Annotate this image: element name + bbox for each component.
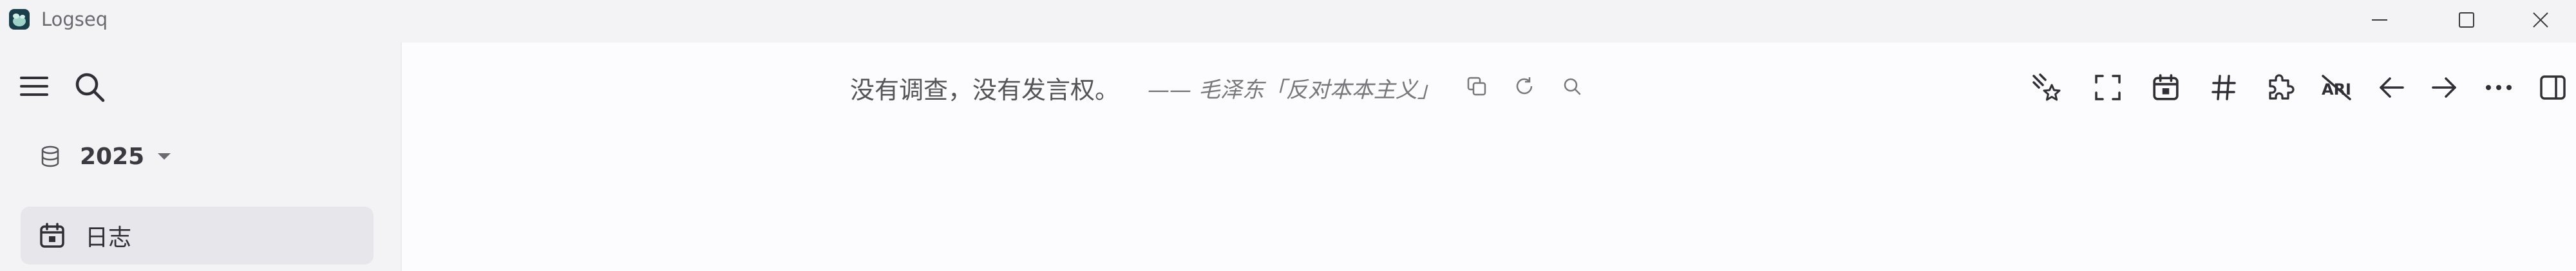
search-button[interactable] xyxy=(73,71,107,104)
hashtag-icon xyxy=(2211,75,2236,100)
graph-name: 2025 xyxy=(80,143,145,170)
maximize-icon xyxy=(2459,12,2474,28)
calendar-icon xyxy=(40,223,64,248)
menu-button[interactable] xyxy=(19,75,52,100)
sparkles-star-icon xyxy=(2032,73,2061,101)
search-icon xyxy=(75,73,105,102)
minimize-icon xyxy=(2372,19,2387,21)
refresh-quote-button[interactable] xyxy=(1514,76,1537,99)
daily-quote: 没有调查，没有发言权。 —— 毛泽东「反对本本主义」 xyxy=(850,70,1585,106)
rtl-disabled-icon: ARI xyxy=(2322,75,2351,100)
more-icon xyxy=(2486,85,2512,90)
database-icon xyxy=(41,145,59,167)
search-icon xyxy=(1564,78,1581,95)
logseq-logo-icon xyxy=(9,9,30,30)
fullscreen-icon xyxy=(2095,75,2121,100)
whiteboard-button[interactable] xyxy=(2029,70,2065,106)
quote-text: 没有调查，没有发言权。 xyxy=(850,75,1120,104)
calendar-icon xyxy=(2153,74,2179,100)
copy-icon xyxy=(1467,77,1486,96)
plugins-button[interactable] xyxy=(2262,70,2298,106)
journals-button[interactable] xyxy=(2148,70,2184,106)
arrow-left-icon xyxy=(2380,77,2404,98)
copy-quote-button[interactable] xyxy=(1466,76,1490,99)
close-icon xyxy=(2533,12,2548,28)
go-forward-button[interactable] xyxy=(2427,70,2463,106)
sidebar-item-label: 日志 xyxy=(85,225,132,251)
puzzle-icon xyxy=(2269,74,2295,100)
search-quote-button[interactable] xyxy=(1562,76,1585,99)
fullscreen-button[interactable] xyxy=(2090,70,2126,106)
go-back-button[interactable] xyxy=(2373,70,2409,106)
rtl-toggle-button[interactable]: ARI xyxy=(2318,70,2354,106)
sidebar-toggle-icon xyxy=(2540,75,2566,100)
close-button[interactable] xyxy=(2505,0,2576,40)
quote-author: —— 毛泽东「反对本本主义」 xyxy=(1148,77,1439,103)
chevron-down-icon xyxy=(158,153,171,160)
logseq-window: Logseq 2025 日志 没有调查，没有发言权。 —— 毛泽东「反对本本主义… xyxy=(0,0,2576,271)
window-title: Logseq xyxy=(41,8,108,30)
title-bar: Logseq xyxy=(0,0,2576,42)
graph-selector[interactable]: 2025 xyxy=(39,140,173,173)
minimize-button[interactable] xyxy=(2344,0,2415,40)
maximize-button[interactable] xyxy=(2431,0,2502,40)
left-sidebar: 2025 日志 xyxy=(0,42,402,271)
menu-icon xyxy=(20,77,48,96)
all-tags-button[interactable] xyxy=(2206,70,2242,106)
refresh-icon xyxy=(1516,77,1533,95)
sidebar-item-journals[interactable]: 日志 xyxy=(21,207,374,265)
more-options-button[interactable] xyxy=(2481,70,2517,106)
arrow-right-icon xyxy=(2432,77,2456,98)
toggle-right-sidebar-button[interactable] xyxy=(2535,70,2571,106)
